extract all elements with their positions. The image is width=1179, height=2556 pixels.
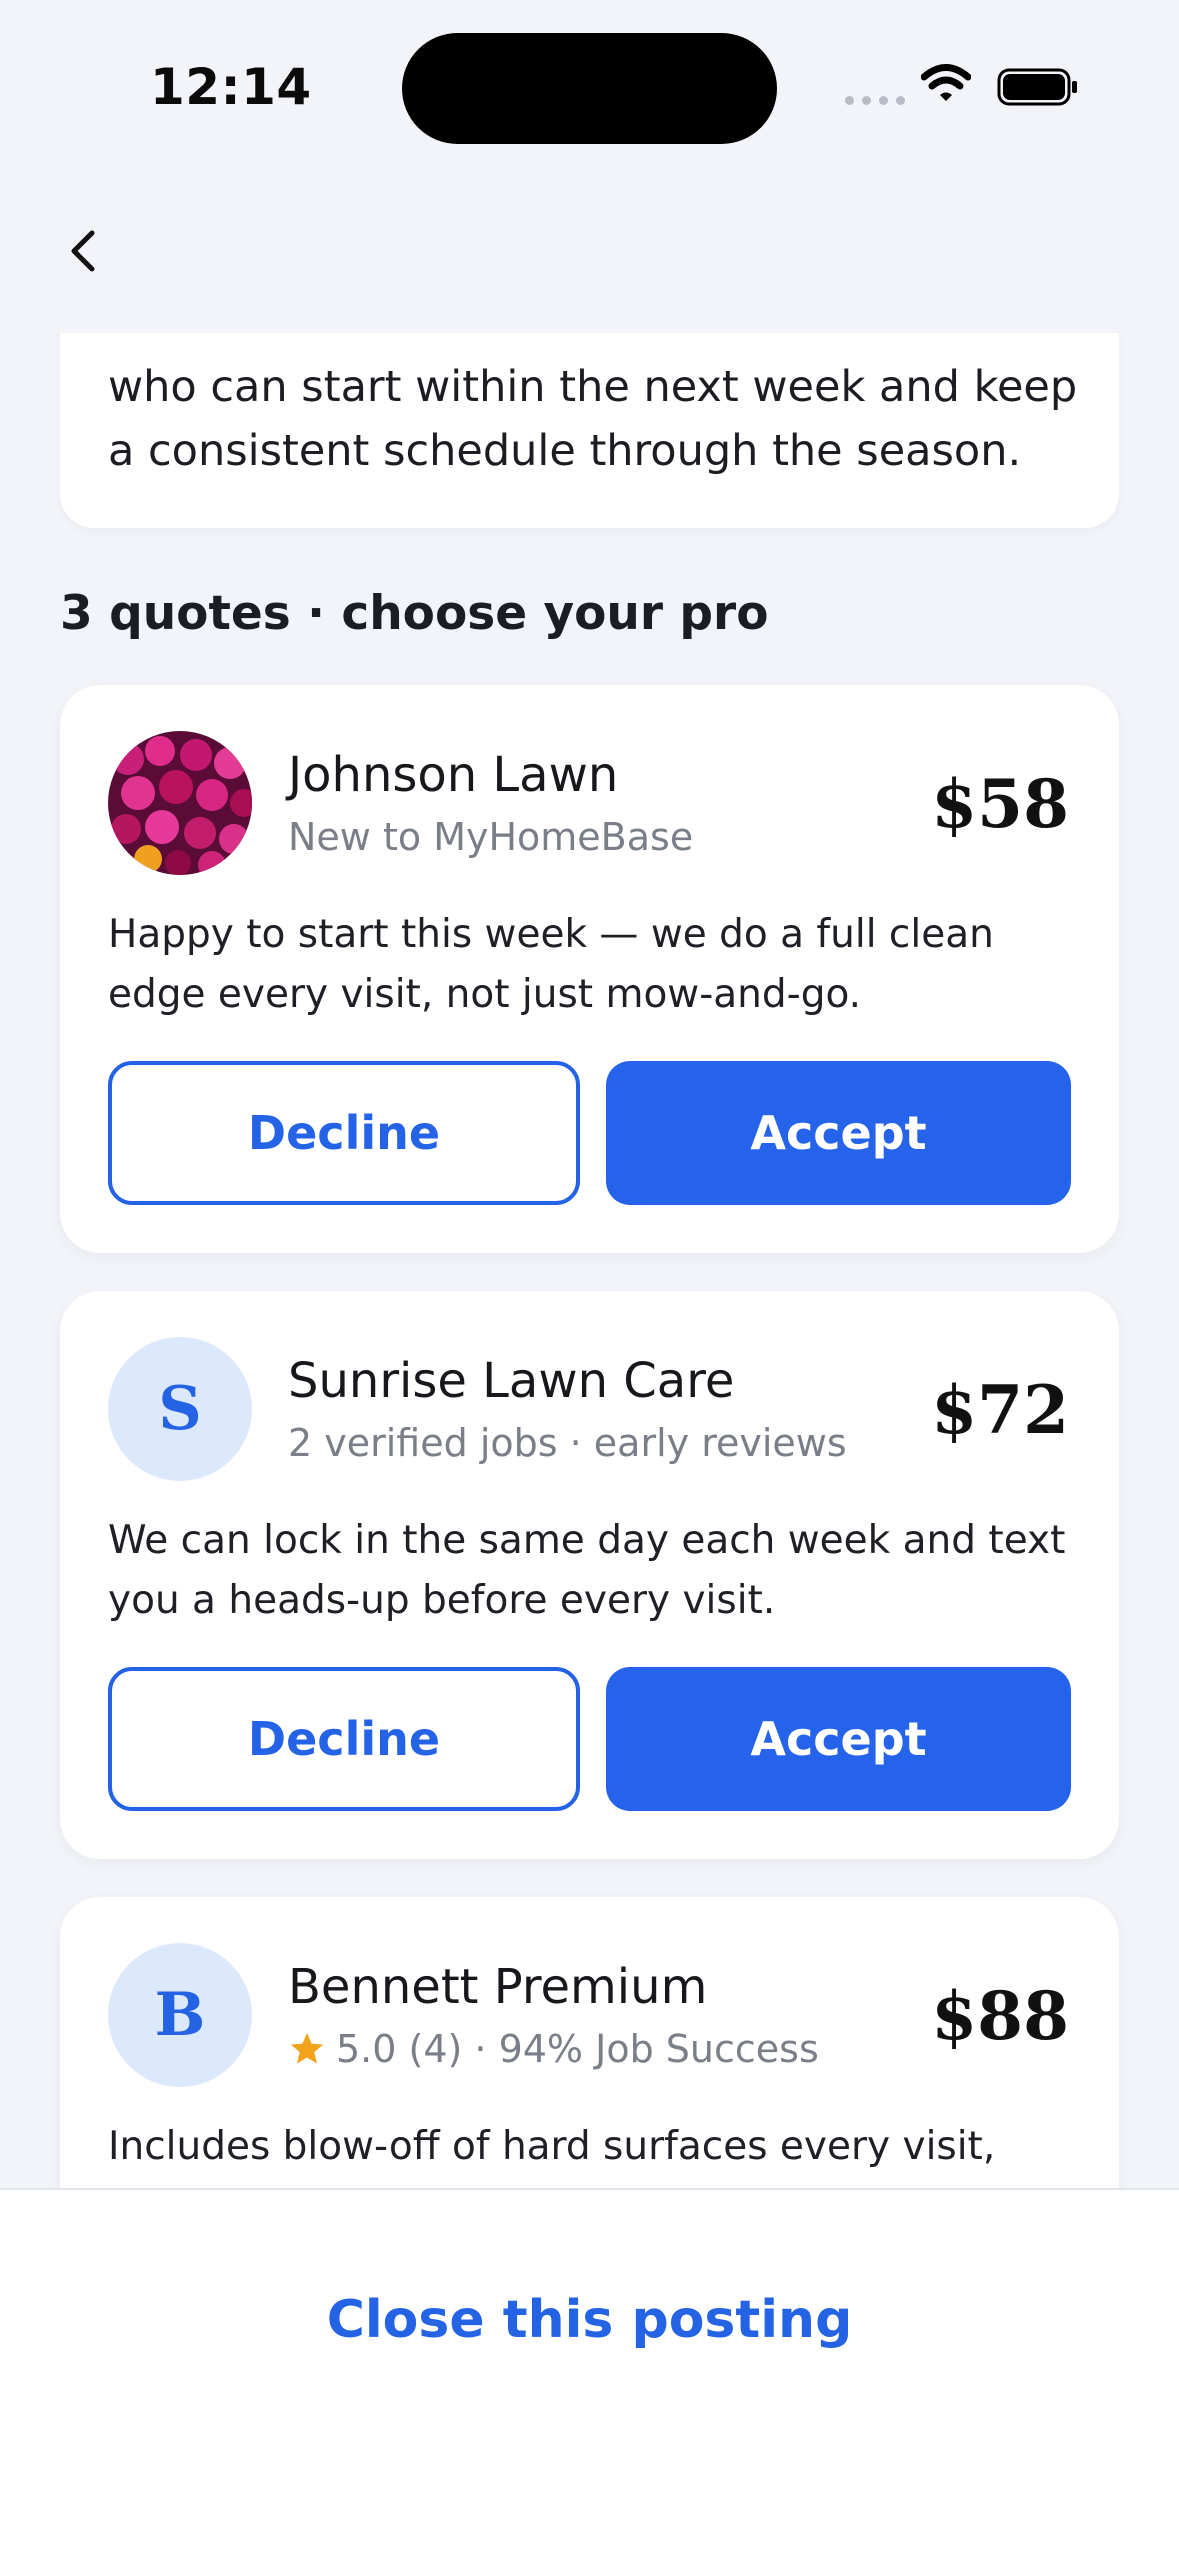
job-description-text: who can start within the next week and k… xyxy=(108,362,1078,476)
decline-button[interactable]: Decline xyxy=(108,1061,580,1205)
pro-meta-text: 2 verified jobs · early reviews xyxy=(288,1421,847,1465)
pro-meta-text: New to MyHomeBase xyxy=(288,815,694,859)
dynamic-island xyxy=(402,33,777,144)
star-icon xyxy=(290,2032,324,2064)
bottom-action-bar: Close this posting xyxy=(0,2188,1179,2556)
avatar-letter: B xyxy=(154,1980,206,2050)
cellular-signal-icon xyxy=(845,96,905,105)
avatar-letter: S xyxy=(158,1374,202,1444)
avatar: B xyxy=(108,1943,252,2087)
quote-message: Happy to start this week — we do a full … xyxy=(108,912,994,1017)
status-time: 12:14 xyxy=(150,58,312,116)
pro-meta: 5.0 (4) · 94% Job Success xyxy=(288,2027,819,2071)
pro-name: Johnson Lawn xyxy=(288,747,619,803)
pro-name: Bennett Premium xyxy=(288,1959,708,2015)
job-description-card: who can start within the next week and k… xyxy=(60,300,1119,528)
quotes-section-title: 3 quotes · choose your pro xyxy=(60,586,769,641)
avatar xyxy=(108,731,252,875)
pro-name: Sunrise Lawn Care xyxy=(288,1353,735,1409)
decline-button[interactable]: Decline xyxy=(108,1667,580,1811)
accept-button[interactable]: Accept xyxy=(606,1061,1071,1205)
status-bar: 12:14 xyxy=(0,0,1179,160)
flower-photo-icon xyxy=(108,731,252,875)
pro-meta: New to MyHomeBase xyxy=(288,815,693,859)
quote-price: $88 xyxy=(931,1977,1069,2055)
avatar: S xyxy=(108,1337,252,1481)
quote-card: S Sunrise Lawn Care 2 verified jobs · ea… xyxy=(60,1291,1119,1859)
quote-message: We can lock in the same day each week an… xyxy=(108,1518,1066,1623)
battery-icon xyxy=(997,68,1077,106)
quote-price: $72 xyxy=(931,1371,1069,1449)
pro-meta-text: 5.0 (4) · 94% Job Success xyxy=(336,2027,819,2071)
wifi-icon xyxy=(921,64,971,101)
accept-button[interactable]: Accept xyxy=(606,1667,1071,1811)
close-posting-button[interactable]: Close this posting xyxy=(0,2290,1179,2350)
quote-card: Johnson Lawn New to MyHomeBase $58 Happy… xyxy=(60,685,1119,1253)
quote-price: $58 xyxy=(931,765,1069,843)
back-chevron-icon[interactable] xyxy=(58,225,110,277)
pro-meta: 2 verified jobs · early reviews xyxy=(288,1421,847,1465)
navigation-bar xyxy=(0,160,1179,333)
